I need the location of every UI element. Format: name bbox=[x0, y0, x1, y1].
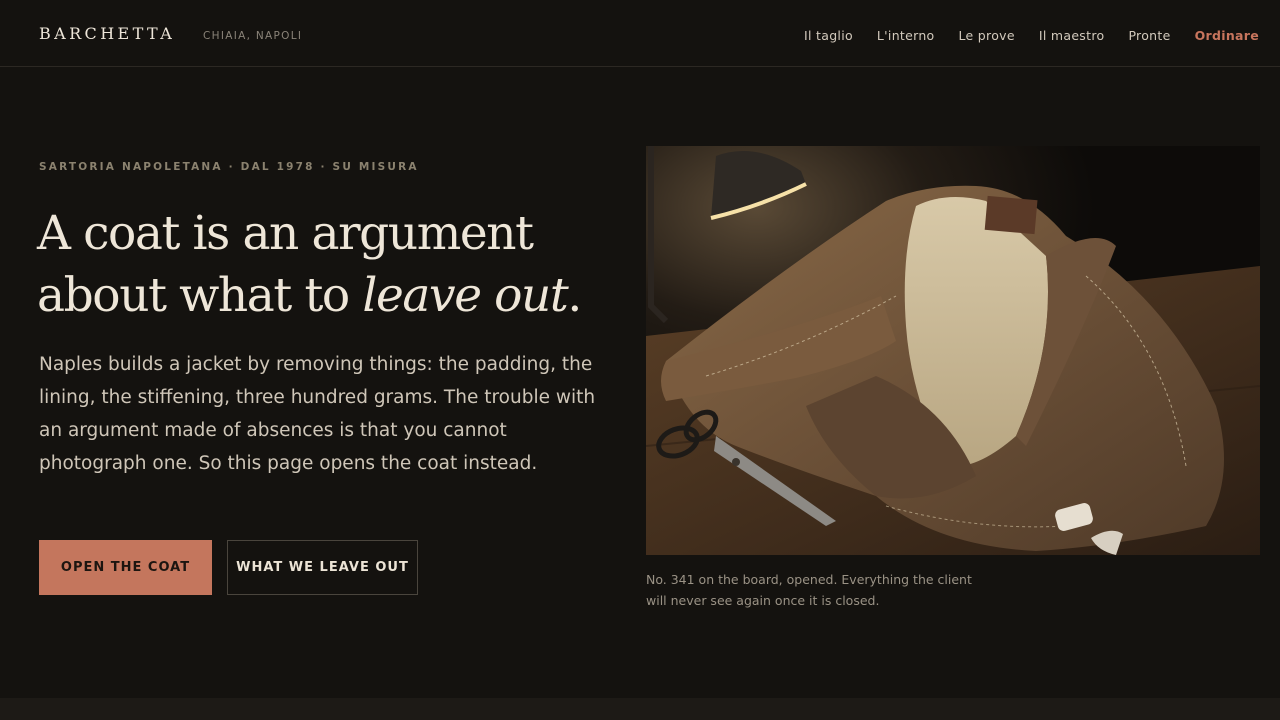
nav-link-il-taglio[interactable]: Il taglio bbox=[804, 28, 853, 43]
brand-logo[interactable]: BARCHETTA bbox=[39, 24, 175, 43]
headline-emphasis: leave out bbox=[362, 268, 568, 323]
brand-location: CHIAIA, NAPOLI bbox=[203, 30, 303, 42]
nav-link-il-maestro[interactable]: Il maestro bbox=[1039, 28, 1105, 43]
what-we-leave-out-button[interactable]: WHAT WE LEAVE OUT bbox=[227, 540, 418, 595]
photo-caption: No. 341 on the board, opened. Everything… bbox=[646, 572, 972, 608]
hero-headline: A coat is an argument about what to leav… bbox=[37, 203, 617, 327]
nav-link-le-prove[interactable]: Le prove bbox=[959, 28, 1015, 43]
hero-photo bbox=[646, 146, 1260, 555]
open-the-coat-button[interactable]: OPEN THE COAT bbox=[39, 540, 212, 595]
nav-link-pronte[interactable]: Pronte bbox=[1128, 28, 1170, 43]
hero-lede: Naples builds a jacket by removing thing… bbox=[39, 354, 596, 474]
nav-link-l-interno[interactable]: L'interno bbox=[877, 28, 935, 43]
headline-line-2-end: . bbox=[567, 268, 582, 323]
nav-link-ordinare[interactable]: Ordinare bbox=[1195, 28, 1259, 43]
jacket-on-workbench-illustration bbox=[646, 146, 1260, 555]
hero-eyebrow: SARTORIA NAPOLETANA · DAL 1978 · SU MISU… bbox=[39, 161, 419, 173]
headline-line-1: A coat is an argument bbox=[37, 206, 534, 261]
next-section-edge bbox=[0, 698, 1280, 720]
site-header: BARCHETTA CHIAIA, NAPOLI Il taglio L'int… bbox=[0, 0, 1280, 67]
headline-line-2-start: about what to bbox=[37, 268, 363, 323]
main-nav: Il taglio L'interno Le prove Il maestro … bbox=[780, 28, 1259, 43]
